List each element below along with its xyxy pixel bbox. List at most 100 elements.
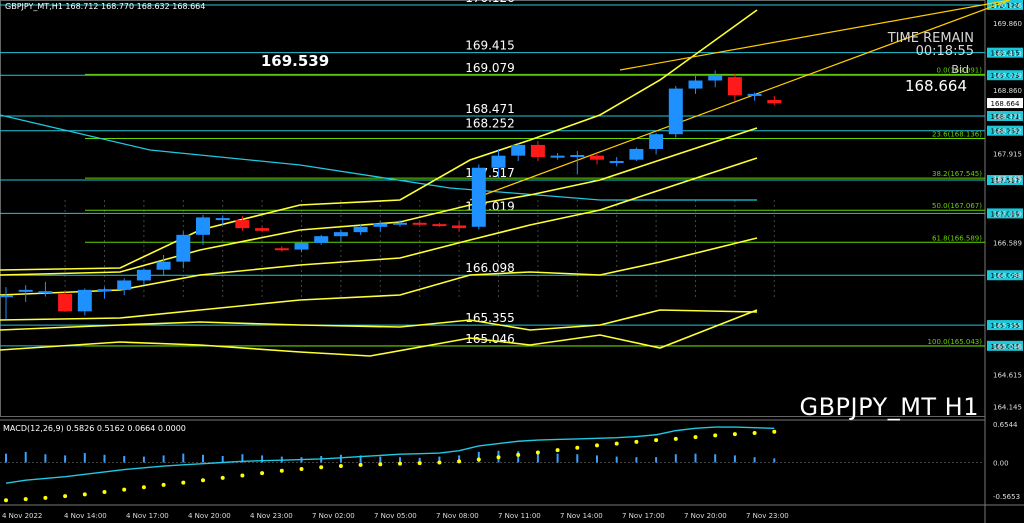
- band-line: [0, 237, 758, 321]
- macd-signal-dot: [122, 487, 127, 492]
- x-tick-label: 4 Nov 14:00: [64, 512, 107, 520]
- candle-body: [18, 289, 33, 292]
- fib-label: 23.6(168.136): [932, 130, 982, 138]
- bid-label: Bid: [951, 63, 969, 76]
- macd-signal-dot: [141, 485, 146, 490]
- candle-body: [294, 242, 309, 250]
- level-label: 168.252: [465, 117, 515, 131]
- y-tick-label: 169.413: [993, 50, 1022, 58]
- macd-label: MACD(12,26,9) 0.5826 0.5162 0.0664 0.000…: [3, 424, 186, 433]
- y-tick-label: 169.079: [993, 72, 1022, 80]
- band-line: [0, 309, 758, 331]
- fib-label: 61.8(166.589): [932, 234, 982, 242]
- macd-signal-dot: [516, 452, 521, 457]
- y-tick-label: 168.860: [993, 87, 1022, 95]
- macd-signal-dot: [358, 462, 363, 467]
- fib-label: 50.0(167.067): [932, 202, 982, 210]
- x-tick-label: 4 Nov 2022: [2, 512, 42, 520]
- candle-body: [58, 293, 73, 312]
- candle-body: [274, 248, 289, 251]
- y-tick-label: 166.589: [993, 239, 1022, 247]
- candle-body: [333, 232, 348, 237]
- candle-body: [471, 167, 486, 227]
- candle-body: [412, 222, 427, 225]
- level-label: 170.126: [465, 0, 515, 5]
- macd-y-tick: 0.00: [993, 460, 1009, 468]
- candle-body: [255, 228, 270, 231]
- macd-y-tick: 0.6544: [993, 421, 1018, 429]
- y-tick-label: 167.019: [993, 210, 1022, 218]
- candle-body: [373, 223, 388, 227]
- macd-signal-dot: [595, 443, 599, 448]
- y-tick-label: 164.615: [993, 372, 1022, 380]
- symbol-title: GBPJPY_MT H1: [799, 393, 979, 421]
- macd-signal-dot: [338, 464, 343, 469]
- y-tick-label: 164.145: [993, 403, 1022, 411]
- highlight-price: 169.539: [261, 52, 329, 70]
- y-tick-label: 167.915: [993, 150, 1022, 158]
- candle-body: [629, 148, 644, 160]
- candle-body: [176, 234, 191, 262]
- macd-signal-dot: [575, 445, 580, 450]
- chart-canvas: 170.126170.126169.415169.415169.079169.0…: [0, 0, 1024, 523]
- macd-signal-dot: [476, 457, 481, 462]
- fib-label: 100.0(165.043): [928, 338, 983, 346]
- macd-signal-dot: [693, 435, 698, 440]
- macd-signal-dot: [713, 433, 718, 438]
- candle-body: [196, 217, 210, 235]
- candle-body: [432, 224, 447, 227]
- macd-signal-dot: [43, 495, 48, 500]
- candle-body: [0, 295, 13, 298]
- macd-signal-dot: [654, 438, 659, 443]
- macd-signal-dot: [260, 471, 265, 476]
- macd-signal-dot: [63, 494, 68, 499]
- macd-signal-dot: [457, 459, 462, 464]
- candle-body: [491, 155, 506, 168]
- chart-header: GBPJPY_MT,H1 168.712 168.770 168.632 168…: [5, 2, 206, 11]
- x-tick-label: 4 Nov 17:00: [126, 512, 169, 520]
- macd-signal-dot: [23, 497, 28, 502]
- candle-body: [353, 226, 368, 233]
- candle-body: [727, 77, 742, 96]
- y-tick-label: 166.098: [993, 272, 1022, 280]
- candle-body: [570, 154, 585, 157]
- candle-body: [747, 93, 762, 96]
- macd-signal-dot: [319, 465, 324, 470]
- candle-body: [215, 218, 230, 221]
- macd-signal-dot: [535, 450, 540, 455]
- candle-body: [136, 269, 151, 281]
- macd-signal-dot: [417, 461, 422, 466]
- macd-signal-dot: [496, 455, 501, 460]
- macd-signal-dot: [181, 480, 186, 485]
- ma-line: [0, 114, 757, 201]
- candle-body: [393, 222, 407, 225]
- x-tick-label: 7 Nov 05:00: [374, 512, 417, 520]
- candle-body: [511, 144, 526, 156]
- x-tick-label: 7 Nov 23:00: [746, 512, 789, 520]
- macd-signal-dot: [614, 441, 619, 446]
- macd-signal-dot: [4, 498, 8, 503]
- macd-y-tick: -0.5653: [993, 493, 1020, 501]
- y-tick-label: 168.471: [993, 113, 1022, 121]
- time-remaining-value: 00:18:55: [915, 44, 974, 59]
- macd-signal-dot: [240, 473, 245, 478]
- macd-signal-dot: [634, 439, 639, 444]
- macd-signal-dot: [220, 475, 225, 480]
- bid-value: 168.664: [904, 77, 967, 95]
- level-label: 169.415: [465, 39, 515, 53]
- macd-signal-dot: [398, 461, 402, 466]
- macd-main-line: [5, 426, 775, 484]
- band-line: [0, 9, 758, 271]
- y-tick-label: 168.252: [993, 128, 1022, 136]
- x-tick-label: 7 Nov 08:00: [436, 512, 479, 520]
- candle-body: [314, 236, 329, 243]
- candle-body: [590, 155, 604, 160]
- candle-body: [550, 155, 565, 158]
- time-remaining: TIME REMAIN 00:18:55: [888, 32, 974, 58]
- candle-body: [156, 261, 171, 270]
- y-tick-label: 169.860: [993, 20, 1022, 28]
- macd-signal-dot: [555, 448, 560, 453]
- candle-body: [77, 289, 92, 312]
- candle-body: [708, 75, 723, 81]
- band-line: [0, 309, 758, 357]
